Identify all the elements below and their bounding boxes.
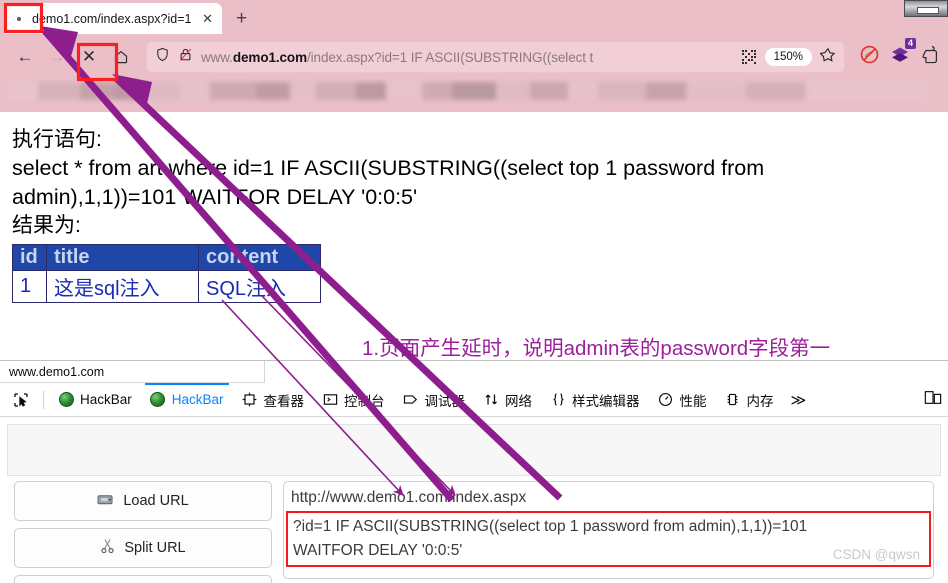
tab-label: 内存 [746,393,774,409]
hackbar-extra-button[interactable] [14,575,272,583]
bookmarks-bar[interactable] [0,80,948,104]
tab-hackbar-2[interactable]: HackBar [141,383,233,416]
tab-network[interactable]: 网络 [474,383,541,416]
devtools-domain-label: www.demo1.com [0,361,265,383]
minimize-button[interactable] [904,0,948,17]
browser-chrome: demo1.com/index.aspx?id=1 ✕ + ← → ✕ www.… [0,0,948,112]
dot-favicon-icon [12,12,25,25]
devtools-body: Load URL Split URL http://www.demo1.com/… [0,417,948,583]
sql-line-2: admin),1,1))=101 WAITFOR DELAY '0:0:5' [12,185,418,210]
tab-close-icon[interactable]: ✕ [201,12,214,25]
account-icon[interactable] [921,45,938,69]
tab-label: 网络 [505,393,533,409]
table-cell-content: SQL注入 [198,269,321,303]
devtools-toolbar: HackBar HackBar 查看器 控制台 调试器 网络 样式编辑器 性能 … [0,383,948,417]
blocked-icon[interactable] [860,45,879,69]
performance-icon [658,392,674,408]
tab-console[interactable]: 控制台 [313,383,394,416]
button-label: Load URL [123,493,189,509]
debugger-icon [403,392,419,408]
tab-label: HackBar [80,392,132,407]
hackbar-url-area: http://www.demo1.com/index.aspx ?id=1 IF… [283,481,934,583]
devtools-right-controls [924,383,942,416]
hackbar-empty-panel [7,424,941,476]
hackbar-query-line-2: WAITFOR DELAY '0:0:5' [293,541,463,559]
load-url-button[interactable]: Load URL [14,481,272,521]
table-cell-id: 1 [12,269,47,303]
forward-button[interactable]: → [42,42,72,72]
table-header-content: content [198,243,321,271]
console-icon [322,392,338,408]
layers-badge: 4 [904,38,916,49]
hackbar-url-line: http://www.demo1.com/index.aspx [291,489,527,506]
tab-label: 性能 [679,393,707,409]
overflow-tabs-button[interactable]: ≫ [783,391,815,409]
table-header-row: id title content [12,243,321,271]
toolbar-divider [43,390,44,409]
tab-label: 控制台 [344,393,385,409]
style-editor-icon [550,392,566,408]
tab-title: demo1.com/index.aspx?id=1 [32,11,192,26]
lock-broken-icon [178,47,193,67]
table-header-id: id [12,243,47,271]
qr-code-icon[interactable] [741,49,757,65]
url-text: www.demo1.com/index.aspx?id=1 IF ASCII(S… [201,49,594,65]
tab-label: 样式编辑器 [572,393,640,409]
tab-label: 查看器 [263,393,305,409]
tab-performance[interactable]: 性能 [649,383,716,416]
page-content: 执行语句: select * from art where id=1 IF AS… [0,112,948,473]
tab-label: 调试器 [424,393,466,409]
bookmarks-blurred [6,82,942,100]
table-cell-title: 这是sql注入 [46,269,199,303]
star-icon[interactable] [819,47,836,67]
button-label: Split URL [124,540,186,556]
split-url-button[interactable]: Split URL [14,528,272,568]
browser-tab[interactable]: demo1.com/index.aspx?id=1 ✕ [4,3,222,34]
load-url-icon [97,492,114,511]
tab-label: HackBar [171,392,224,407]
stop-button[interactable]: ✕ [74,42,104,72]
sql-line-1: select * from art where id=1 IF ASCII(SU… [12,156,765,181]
layers-icon[interactable]: 4 [890,38,916,69]
statement-label: 执行语句: [12,128,102,151]
hackbar-buttons: Load URL Split URL [14,481,272,583]
shield-icon [155,47,170,67]
tab-strip: demo1.com/index.aspx?id=1 ✕ + [0,0,948,34]
zoom-level-indicator[interactable]: 150% [764,48,812,66]
hackbar-panel: Load URL Split URL http://www.demo1.com/… [7,476,941,583]
window-controls [904,0,948,17]
network-icon [483,392,499,408]
tab-inspector[interactable]: 查看器 [233,383,314,416]
table-row: 1 这是sql注入 SQL注入 [12,269,321,303]
element-picker-icon[interactable] [4,386,38,414]
responsive-design-mode-icon[interactable] [924,389,942,411]
hackbar-query-line-1: ?id=1 IF ASCII(SUBSTRING((select top 1 p… [293,518,808,536]
hackbar-logo-icon [58,392,74,408]
tab-debugger[interactable]: 调试器 [394,383,475,416]
hackbar-url-textarea[interactable]: http://www.demo1.com/index.aspx ?id=1 IF… [283,481,934,579]
hackbar-payload-highlight: ?id=1 IF ASCII(SUBSTRING((select top 1 p… [286,511,931,567]
inspector-icon [242,392,258,408]
tab-hackbar-1[interactable]: HackBar [49,383,141,416]
tab-memory[interactable]: 内存 [716,383,783,416]
result-label: 结果为: [12,214,81,238]
table-header-title: title [46,243,199,271]
memory-icon [725,392,741,408]
hackbar-logo-icon [150,392,166,408]
new-tab-button[interactable]: + [236,8,247,30]
address-bar[interactable]: www.demo1.com/index.aspx?id=1 IF ASCII(S… [146,41,845,73]
split-url-icon [100,538,115,558]
devtools-panel: www.demo1.com HackBar HackBar 查看器 控制台 调试… [0,360,948,583]
tab-style-editor[interactable]: 样式编辑器 [541,383,649,416]
back-button[interactable]: ← [10,42,40,72]
watermark: CSDN @qwsn [832,546,920,562]
extensions-row: 4 [860,38,938,69]
result-table: id title content 1 这是sql注入 SQL注入 [12,243,321,303]
home-button[interactable] [106,42,136,72]
navigation-bar: ← → ✕ www.demo1.com/index.aspx?id=1 IF A… [0,34,948,80]
